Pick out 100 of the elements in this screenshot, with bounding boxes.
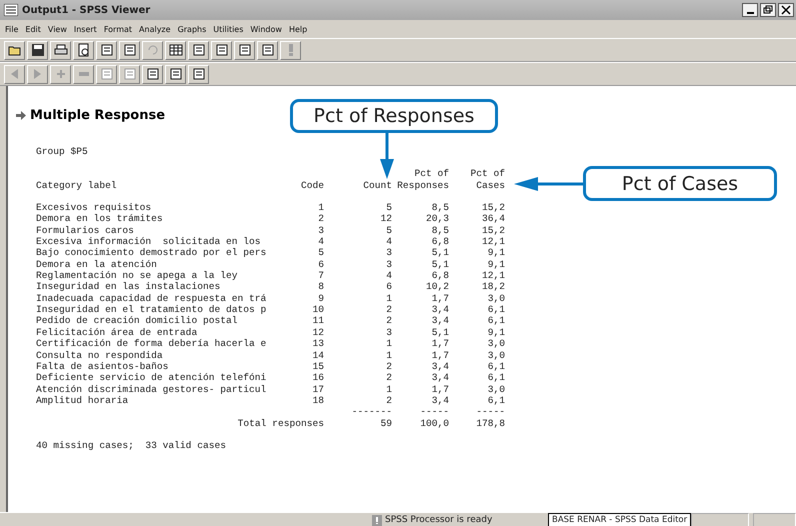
callout-label: Pct of Cases	[583, 166, 777, 201]
table-cell-text: 59	[379, 418, 392, 429]
demote-toolbar-button[interactable]	[165, 64, 186, 84]
menu-item[interactable]: Window	[247, 24, 286, 34]
arrow-icon	[16, 111, 26, 120]
menu-item[interactable]: Graphs	[174, 24, 210, 34]
table-cell-text: 9	[317, 292, 324, 304]
table-cell-text: 1,7	[430, 384, 449, 395]
page-toolbar-button[interactable]	[119, 64, 140, 84]
table-cell-text: 3	[385, 326, 392, 338]
open-toolbar-button[interactable]	[4, 40, 25, 60]
book-toolbar-button[interactable]	[96, 64, 117, 84]
table-cell-text: 2	[385, 372, 392, 384]
print-toolbar-button[interactable]	[50, 40, 71, 60]
table-cell-text: Excesiva información solicitada en los	[36, 236, 262, 248]
table-cell-text: 4	[317, 236, 324, 248]
promote-toolbar-button[interactable]	[142, 64, 163, 84]
restore-button[interactable]	[760, 3, 776, 17]
table-cell-text: 15,2	[480, 202, 505, 214]
table-cell-text: 5,1	[430, 247, 449, 259]
column-header: Pct of Responses	[396, 168, 449, 192]
close-button[interactable]	[778, 3, 794, 17]
table-cell-text: 13	[311, 338, 324, 350]
table-cell-text: 15	[311, 360, 324, 372]
status-panel	[753, 513, 796, 526]
minimize-button[interactable]	[742, 3, 758, 17]
table-cell-text: 2	[385, 360, 392, 372]
table-cell-text: 1	[385, 350, 392, 361]
grid-toolbar-button[interactable]	[165, 40, 186, 60]
table-cell-text: 1	[385, 384, 392, 395]
table-cell-text: Amplitud horaria	[36, 394, 130, 406]
column-header: Pct of Cases	[469, 168, 505, 192]
menu-item[interactable]: Analyze	[136, 24, 175, 34]
list-toolbar-button[interactable]	[257, 40, 278, 60]
minus-icon	[78, 72, 88, 76]
help-toolbar-button[interactable]	[211, 40, 232, 60]
insert-toolbar-button[interactable]	[188, 64, 209, 84]
table-cell-text: 3,4	[430, 394, 449, 406]
save-icon	[30, 42, 46, 58]
table-cell-text: 1,7	[430, 350, 449, 361]
table-cell-text: 10,2	[424, 281, 449, 293]
table-cell-text: 8	[317, 281, 324, 293]
table-cell-text: 14	[311, 350, 324, 361]
export-toolbar-button[interactable]	[96, 40, 117, 60]
separator-text: -------	[350, 406, 392, 418]
table-cell-text: 16	[311, 372, 324, 384]
table-cell-text: 3,4	[430, 304, 449, 316]
table-cell-text: Inseguridad en el tratamiento de datos p	[36, 304, 268, 316]
table-cell-text: 17	[311, 384, 324, 395]
table-cell-text: 6,8	[430, 236, 449, 248]
menu-item[interactable]: Help	[286, 24, 312, 34]
chart-toolbar-button[interactable]	[188, 40, 209, 60]
menu-item[interactable]: Format	[100, 24, 136, 34]
minus-toolbar-button[interactable]	[73, 64, 94, 84]
menu-item[interactable]: Insert	[70, 24, 101, 34]
table-cell-text: 15,2	[480, 224, 505, 236]
table-cell-text: 12	[311, 326, 324, 338]
table-cell-text: 8,5	[430, 202, 449, 214]
table-cell-text: 5,1	[430, 258, 449, 270]
menu-item[interactable]: Edit	[22, 24, 45, 34]
table-cell-text: Felicitación área de entrada	[36, 326, 198, 338]
dialog-toolbar-button[interactable]	[119, 40, 140, 60]
save-toolbar-button[interactable]	[27, 40, 48, 60]
table-cell-text: 9,1	[486, 258, 505, 270]
callout-arrow	[380, 133, 394, 179]
table-cell-text: 2	[385, 394, 392, 406]
table-cell-text: 3	[385, 247, 392, 259]
cases-toolbar-button[interactable]	[234, 40, 255, 60]
table-cell-text: 3,4	[430, 360, 449, 372]
run-toolbar-button[interactable]	[280, 40, 301, 60]
table-cell-text: 3,0	[486, 338, 505, 350]
table-cell-text: 6,8	[430, 270, 449, 282]
table-cell-text: 1	[385, 338, 392, 350]
status-panel	[691, 513, 750, 526]
table-cell-text: 2	[385, 304, 392, 316]
table-cell-text: 1	[385, 292, 392, 304]
menu-item[interactable]: File	[2, 24, 22, 34]
table-cell-text: 10	[311, 304, 324, 316]
app-icon	[4, 4, 18, 16]
table-cell-text: 3,4	[430, 315, 449, 327]
table-cell-text: 6,1	[486, 360, 505, 372]
restore-icon	[763, 5, 773, 15]
table-cell-text: 1	[317, 202, 324, 214]
plus-toolbar-button[interactable]	[50, 64, 71, 84]
menu-item[interactable]: View	[44, 24, 71, 34]
data-editor-status: BASE RENAR - SPSS Data Editor	[548, 513, 692, 526]
menu-item[interactable]: Utilities	[210, 24, 248, 34]
group-label: Group $P5	[36, 146, 89, 158]
table-cell-text: 3,0	[486, 384, 505, 395]
table-cell-text: 3	[317, 224, 324, 236]
minimize-icon	[746, 12, 754, 14]
undo-toolbar-button[interactable]	[142, 40, 163, 60]
forward-toolbar-button[interactable]	[27, 64, 48, 84]
back-toolbar-button[interactable]	[4, 64, 25, 84]
preview-toolbar-button[interactable]	[73, 40, 94, 60]
table-cell-text: 12	[379, 213, 392, 225]
column-header: Code	[300, 180, 324, 192]
separator-text: -----	[475, 406, 505, 418]
table-cell-text: 18	[311, 394, 324, 406]
table-cell-text: 1,7	[430, 292, 449, 304]
